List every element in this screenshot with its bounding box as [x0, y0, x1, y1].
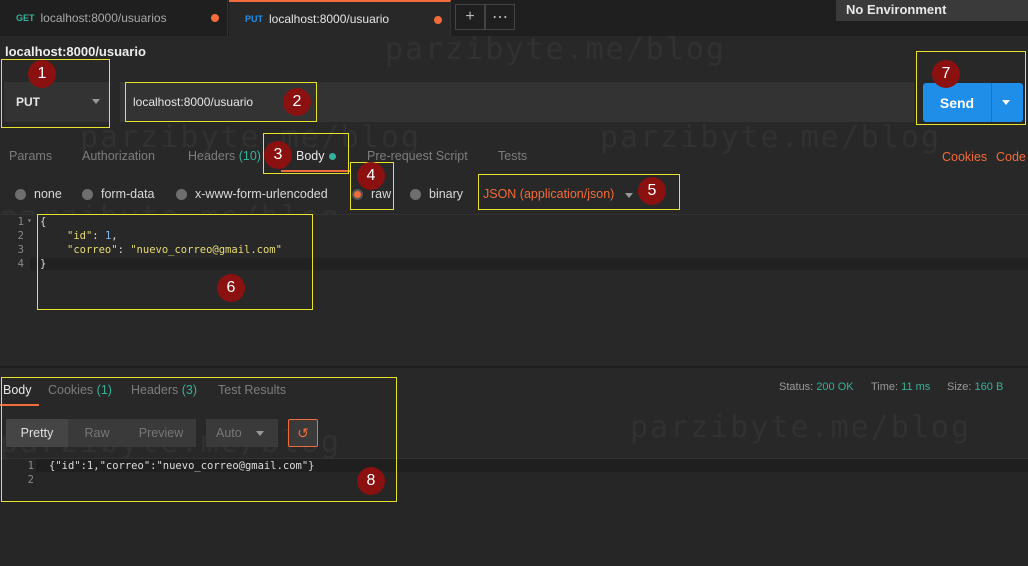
pane-divider[interactable] [0, 366, 1028, 368]
tab-method: PUT [245, 14, 263, 24]
status-label: Status: [779, 381, 814, 393]
radio-form-data[interactable]: form-data [82, 187, 155, 201]
annotation-marker: 2 [283, 88, 311, 116]
headers-count: (10) [238, 149, 261, 163]
environment-select[interactable]: No Environment [836, 0, 1028, 21]
line-number: 1 [17, 216, 24, 228]
code-link[interactable]: Code [996, 150, 1026, 164]
tab-authorization[interactable]: Authorization [82, 149, 155, 163]
tab-pre-request-script[interactable]: Pre-request Script [367, 149, 468, 163]
request-tab-get[interactable]: GET localhost:8000/usuarios [0, 0, 228, 36]
annotation-marker: 4 [357, 162, 385, 190]
radio-label: x-www-form-urlencoded [195, 187, 328, 201]
status-value: 200 OK [816, 381, 854, 393]
tab-method: GET [16, 13, 35, 23]
tab-url: localhost:8000/usuarios [40, 11, 167, 25]
tab-headers-label: Headers [188, 149, 236, 163]
radio-label: binary [429, 187, 464, 201]
response-size: Size: 160 B [947, 381, 1003, 393]
tab-tests[interactable]: Tests [498, 149, 527, 163]
annotation-box [1, 377, 397, 502]
tab-params[interactable]: Params [9, 149, 52, 163]
annotation-marker: 7 [932, 60, 960, 88]
annotation-marker: 8 [357, 467, 385, 495]
time-value: 11 ms [901, 381, 931, 393]
watermark: parzibyte.me/blog [600, 120, 942, 155]
annotation-box [37, 214, 313, 310]
line-number: 4 [17, 258, 24, 270]
radio-urlencoded[interactable]: x-www-form-urlencoded [176, 187, 328, 201]
tab-headers[interactable]: Headers (10) [188, 149, 261, 163]
radio-icon [15, 188, 26, 200]
radio-none[interactable]: none [15, 187, 62, 201]
request-tab-put[interactable]: PUT localhost:8000/usuario [229, 0, 451, 36]
watermark: parzibyte.me/blog [630, 410, 972, 445]
request-title: localhost:8000/usuario [5, 44, 146, 59]
unsaved-dot-icon [211, 14, 219, 22]
cookies-link[interactable]: Cookies [942, 150, 987, 164]
annotation-box [916, 51, 1026, 125]
annotation-marker: 5 [638, 177, 666, 205]
radio-icon [82, 188, 93, 200]
line-number: 3 [17, 244, 24, 256]
more-tabs-icon[interactable]: ⋯ [485, 4, 515, 30]
watermark: parzibyte.me/blog [385, 32, 727, 67]
radio-icon [176, 188, 187, 200]
time-label: Time: [871, 381, 899, 393]
annotation-marker: 1 [28, 60, 56, 88]
size-label: Size: [947, 381, 972, 393]
radio-label: none [34, 187, 62, 201]
unsaved-dot-icon [434, 16, 442, 24]
size-value: 160 B [974, 381, 1004, 393]
line-number: 2 [17, 230, 24, 242]
response-time: Time: 11 ms [871, 381, 930, 393]
radio-binary[interactable]: binary [410, 187, 463, 201]
radio-label: form-data [101, 187, 155, 201]
new-tab-icon[interactable]: + [455, 4, 485, 30]
fold-arrow-icon[interactable]: ▾ [27, 216, 32, 225]
tab-url: localhost:8000/usuario [269, 12, 390, 26]
response-status: Status: 200 OK [779, 381, 854, 393]
annotation-marker: 3 [264, 141, 292, 169]
annotation-marker: 6 [217, 274, 245, 302]
radio-icon [410, 188, 421, 200]
